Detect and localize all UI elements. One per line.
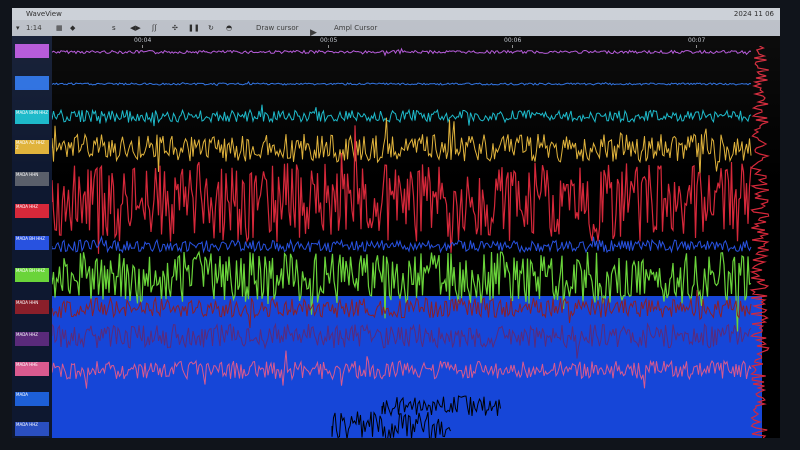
channel-label[interactable]: MADA HHN <box>15 300 49 314</box>
time-tick: 00:06 <box>504 37 522 48</box>
clock: 2024 11 06 <box>733 10 774 18</box>
waveform-trace <box>52 47 752 57</box>
time-axis: 00:04 00:05 00:06 00:07 <box>52 36 780 48</box>
channel-label[interactable]: MADA AZ HHZ Z <box>15 140 49 154</box>
waveform-trace <box>52 80 752 87</box>
app-title: WaveView <box>26 10 62 18</box>
channel-label[interactable]: MADA BH HHZ <box>15 236 49 250</box>
channel-label[interactable]: MADA BH HHZ <box>15 268 49 282</box>
mouse-pointer-icon: ▶ <box>310 28 317 38</box>
channel-list: MADA BHN HHZ MADA AZ HHZ Z MADA HHN MADA HH… <box>12 36 52 438</box>
step-icon[interactable]: s <box>112 20 116 36</box>
toolbar: ▾ 1:14 ▦ ◆ s ◀▶ ʃʃ ✣ ❚❚ ↻ ◓ Draw cursor … <box>12 20 780 38</box>
seek-icon[interactable]: ◀▶ <box>130 20 141 36</box>
waveform-trace <box>52 117 752 177</box>
channel-label[interactable]: MADA HHZ <box>15 204 49 218</box>
time-tick: 00:04 <box>134 37 152 48</box>
settings-icon[interactable]: ✣ <box>172 20 178 36</box>
zoom-dropdown-icon[interactable]: ▾ <box>16 20 20 36</box>
waveform-trace <box>52 125 752 254</box>
speed-icon[interactable]: ◓ <box>226 20 232 36</box>
screen: WaveView 2024 11 06 ▾ 1:14 ▦ ◆ s ◀▶ ʃʃ ✣… <box>12 8 780 438</box>
channel-label[interactable] <box>15 44 49 58</box>
filter-icon[interactable]: ʃʃ <box>152 20 157 36</box>
draw-cursor-label[interactable]: Draw cursor <box>256 20 298 36</box>
time-tick: 00:07 <box>688 37 706 48</box>
channel-label[interactable]: MADA HHE <box>15 362 49 376</box>
channel-label[interactable] <box>15 76 49 90</box>
channel-label[interactable]: MADA HHN <box>15 172 49 186</box>
zoom-value[interactable]: 1:14 <box>26 20 42 36</box>
channel-label[interactable]: MADA <box>15 392 49 406</box>
ampl-cursor-label[interactable]: Ampl Cursor <box>334 20 377 36</box>
channel-label[interactable]: MADA HHZ <box>15 332 49 346</box>
refresh-icon[interactable]: ↻ <box>208 20 214 36</box>
pause-icon[interactable]: ❚❚ <box>188 20 200 36</box>
waveform-trace <box>52 235 752 254</box>
waveform-display[interactable] <box>52 46 780 438</box>
double-arrow-icon[interactable]: ◆ <box>70 20 75 36</box>
grid-icon[interactable]: ▦ <box>56 20 63 36</box>
channel-label[interactable]: MADA HHZ <box>15 422 49 436</box>
channel-label[interactable]: MADA BHN HHZ <box>15 110 49 124</box>
waveform-trace <box>52 104 752 127</box>
title-bar: WaveView 2024 11 06 <box>12 8 780 20</box>
time-tick: 00:05 <box>320 37 338 48</box>
